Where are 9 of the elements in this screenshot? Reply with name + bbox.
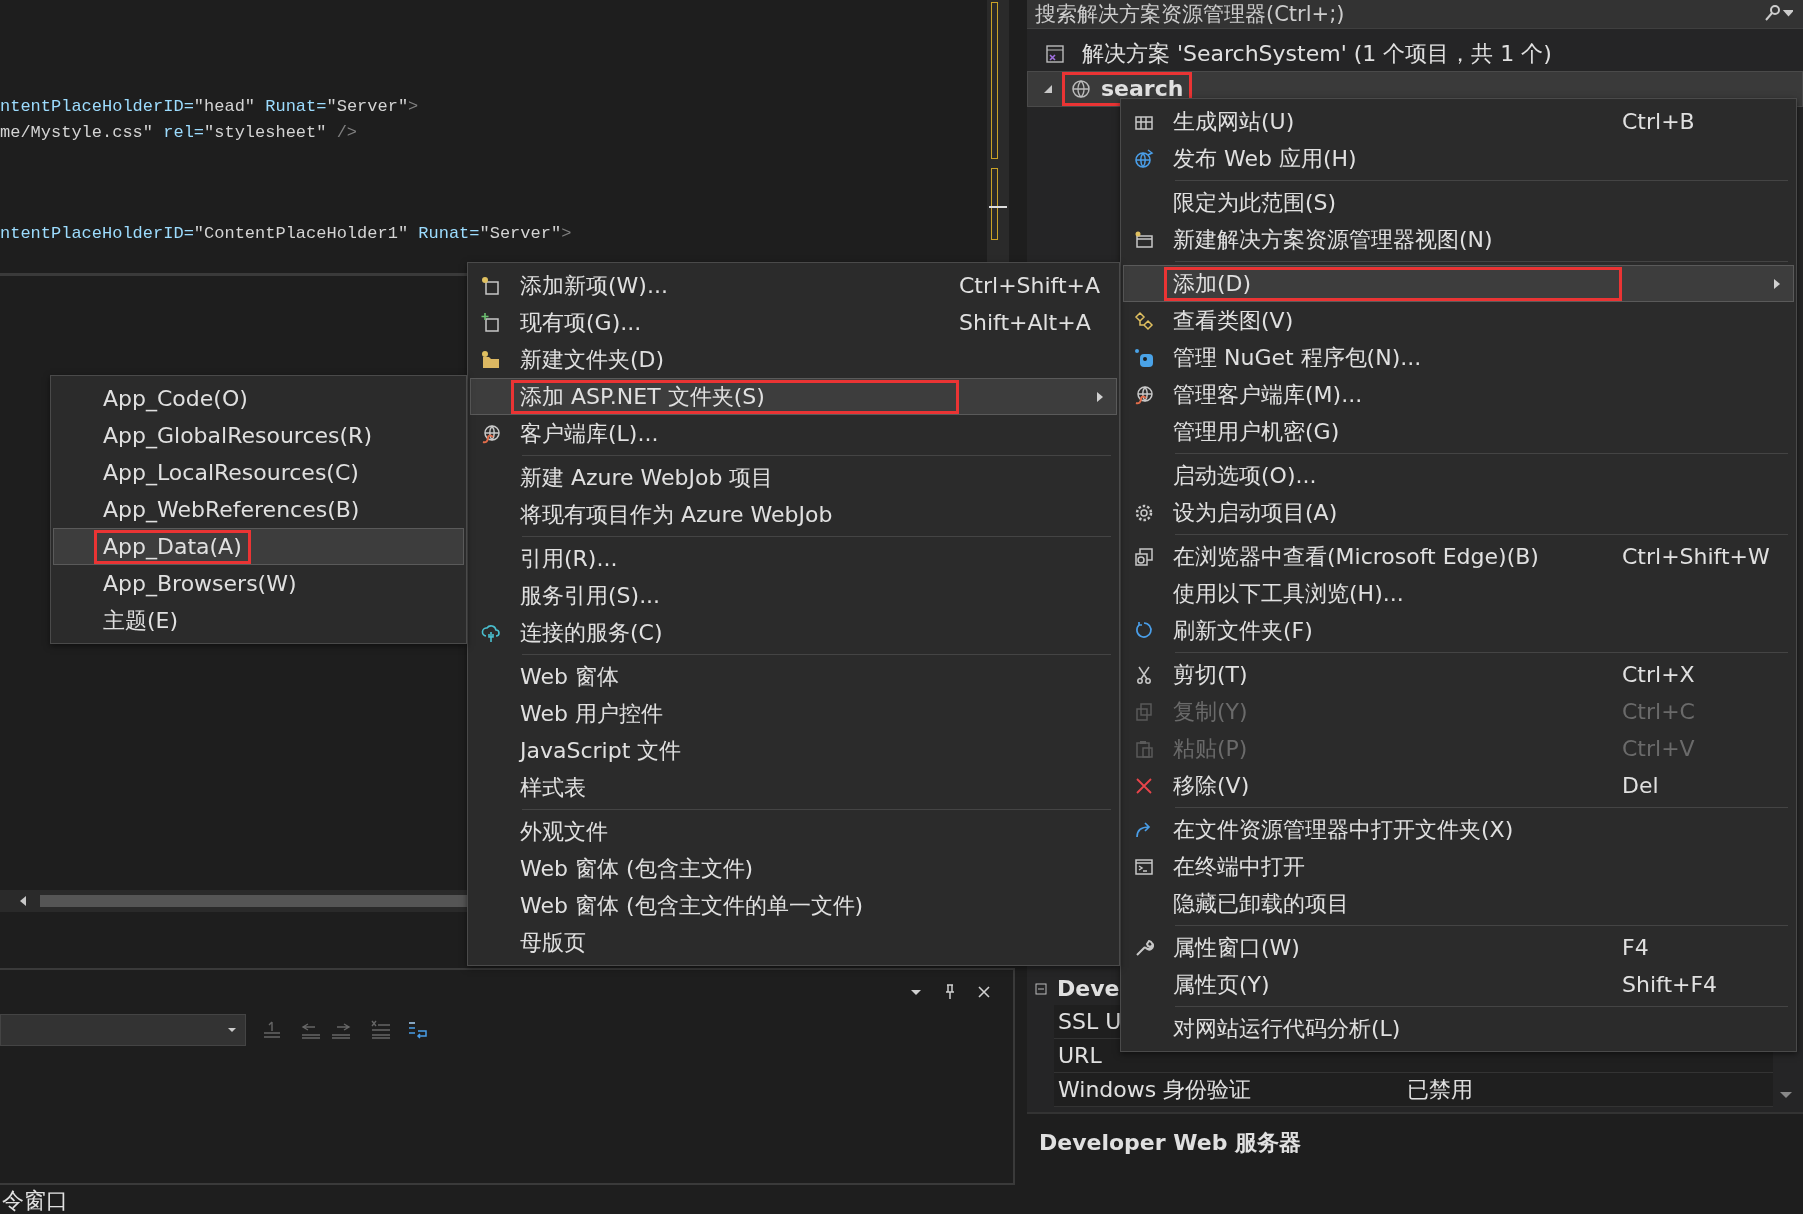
- code-line: ntentPlaceHolderID="ContentPlaceHolder1" Runat="Server">: [0, 223, 573, 245]
- description-title: Developer Web 服务器: [1039, 1130, 1302, 1155]
- code-line: ntentPlaceHolderID="head" Runat="Server">: [0, 96, 420, 118]
- property-value: 已禁用: [1406, 1075, 1473, 1104]
- property-name: Windows 身份验证: [1057, 1075, 1252, 1104]
- code-line: me/Mystyle.css" rel="stylesheet" />: [0, 121, 359, 144]
- property-name: URL: [1057, 1043, 1102, 1068]
- property-name: SSL U: [1057, 1009, 1122, 1034]
- group-header: Deve: [1057, 976, 1120, 1001]
